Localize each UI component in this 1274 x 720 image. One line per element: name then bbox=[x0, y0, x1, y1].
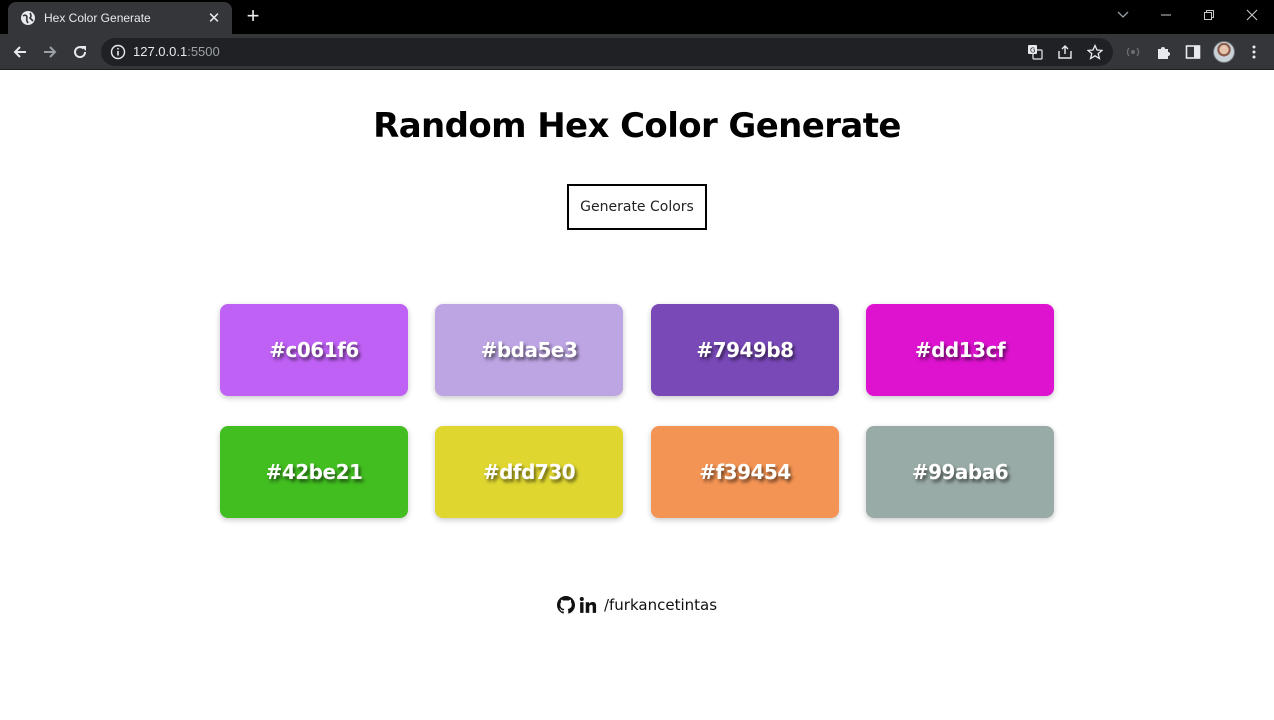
color-swatch[interactable]: #dfd730 bbox=[435, 426, 623, 518]
address-bar[interactable]: 127.0.0.1:5500 G bbox=[101, 38, 1113, 66]
profile-avatar[interactable] bbox=[1213, 41, 1235, 63]
close-window-icon[interactable] bbox=[1239, 4, 1265, 26]
color-swatch[interactable]: #f39454 bbox=[651, 426, 839, 518]
forward-icon[interactable] bbox=[38, 40, 62, 64]
star-icon[interactable] bbox=[1086, 43, 1104, 64]
tab-search-icon[interactable] bbox=[1110, 4, 1136, 26]
generate-colors-button[interactable]: Generate Colors bbox=[567, 184, 707, 230]
page-title: Random Hex Color Generate bbox=[373, 106, 901, 146]
linkedin-icon[interactable] bbox=[579, 595, 597, 615]
media-icon[interactable] bbox=[1121, 40, 1145, 64]
minimize-icon[interactable] bbox=[1153, 4, 1179, 26]
color-hex-label: #42be21 bbox=[265, 460, 363, 484]
new-tab-button[interactable]: + bbox=[243, 5, 263, 27]
github-icon[interactable] bbox=[556, 595, 575, 615]
color-hex-label: #99aba6 bbox=[911, 460, 1009, 484]
svg-text:G: G bbox=[1030, 47, 1035, 55]
globe-icon bbox=[20, 10, 36, 26]
back-icon[interactable] bbox=[8, 40, 32, 64]
color-swatch[interactable]: #c061f6 bbox=[220, 304, 408, 396]
share-icon[interactable] bbox=[1057, 44, 1073, 64]
color-hex-label: #7949b8 bbox=[696, 338, 794, 362]
browser-toolbar: 127.0.0.1:5500 G bbox=[0, 34, 1274, 70]
color-swatch[interactable]: #dd13cf bbox=[866, 304, 1054, 396]
menu-icon[interactable] bbox=[1242, 40, 1266, 64]
translate-icon[interactable]: G bbox=[1027, 44, 1043, 64]
sidepanel-icon[interactable] bbox=[1181, 40, 1205, 64]
page-content: Random Hex Color Generate Generate Color… bbox=[0, 70, 1274, 720]
extensions-icon[interactable] bbox=[1151, 40, 1175, 64]
tab-strip: Hex Color Generate ✕ + bbox=[0, 0, 1274, 34]
color-swatch[interactable]: #99aba6 bbox=[866, 426, 1054, 518]
color-swatch[interactable]: #bda5e3 bbox=[435, 304, 623, 396]
reload-icon[interactable] bbox=[68, 40, 92, 64]
color-hex-label: #bda5e3 bbox=[480, 338, 578, 362]
color-hex-label: #dd13cf bbox=[914, 338, 1006, 362]
color-hex-label: #dfd730 bbox=[482, 460, 576, 484]
color-hex-label: #f39454 bbox=[699, 460, 791, 484]
url-text: 127.0.0.1:5500 bbox=[133, 44, 220, 59]
color-swatch[interactable]: #42be21 bbox=[220, 426, 408, 518]
footer: /furkancetintas bbox=[0, 595, 1274, 615]
color-swatch[interactable]: #7949b8 bbox=[651, 304, 839, 396]
browser-tab[interactable]: Hex Color Generate ✕ bbox=[8, 2, 232, 34]
color-hex-label: #c061f6 bbox=[269, 338, 359, 362]
footer-handle[interactable]: /furkancetintas bbox=[604, 596, 717, 614]
info-icon[interactable] bbox=[110, 44, 126, 64]
tab-title: Hex Color Generate bbox=[44, 11, 151, 25]
tab-close-icon[interactable]: ✕ bbox=[206, 10, 222, 26]
restore-icon[interactable] bbox=[1196, 4, 1222, 26]
